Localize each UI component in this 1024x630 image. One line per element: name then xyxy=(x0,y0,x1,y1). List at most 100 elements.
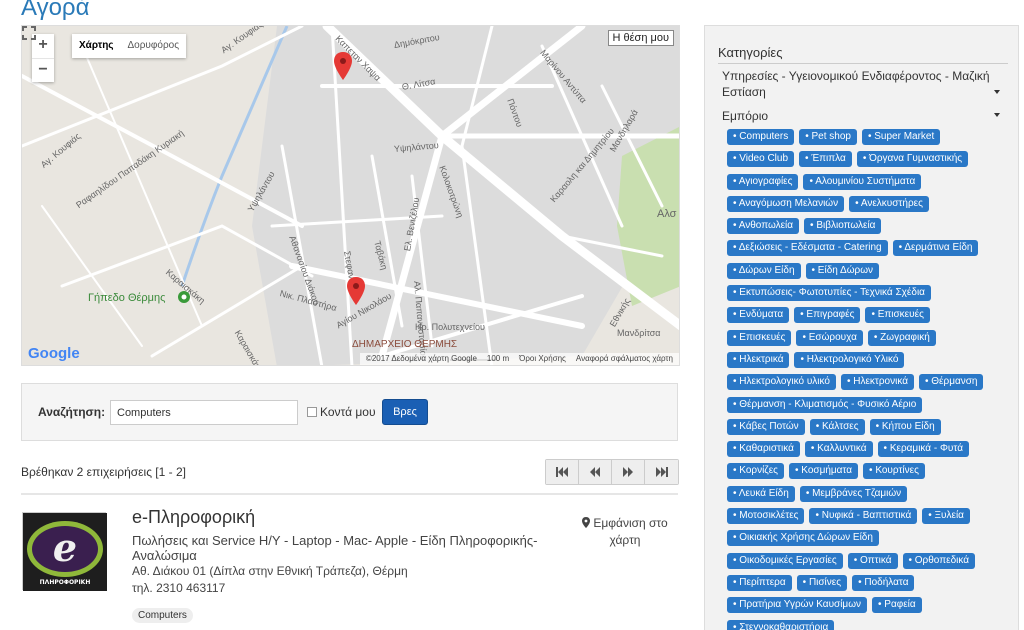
map-marker-icon[interactable] xyxy=(334,52,352,80)
zoom-out-button[interactable]: − xyxy=(32,58,54,82)
zoom-control: + − xyxy=(32,34,54,82)
subcategory-tag[interactable]: Κορνίζες xyxy=(727,463,784,480)
chevron-down-icon[interactable] xyxy=(994,113,1000,117)
page-title: Αγορά xyxy=(21,0,90,21)
subcategory-tag[interactable]: Θέρμανση - Κλιματισμός - Φυσικό Αέριο xyxy=(727,396,923,413)
subcategory-tag[interactable]: Εκτυπώσεις- Φωτοτυπίες - Τεχνικά Σχέδια xyxy=(727,285,931,302)
subcategory-tag[interactable]: Πισίνες xyxy=(796,574,848,591)
subcategory-tag[interactable]: Μοτοσικλέτες xyxy=(727,508,805,525)
map[interactable]: Αγ. Κουφιάς Δημόκριτου Μαρίνου Αντύπα Κα… xyxy=(21,25,680,366)
subcategory-tag[interactable]: Είδη Δώρων xyxy=(805,262,880,279)
subcategory-tag[interactable]: Πρατήρια Υγρών Καυσίμων xyxy=(727,597,867,614)
subcategory-tag[interactable]: Έπιπλα xyxy=(799,151,852,168)
fullscreen-icon[interactable] xyxy=(22,26,36,40)
business-name[interactable]: e-Πληροφορική xyxy=(132,507,255,528)
sidebar-title: Κατηγορίες xyxy=(718,45,783,60)
subcategory-tag[interactable]: Ηλεκτρολογικό υλικό xyxy=(727,374,836,391)
map-copyright: ©2017 Δεδομένα χάρτη Google xyxy=(365,354,477,363)
first-page-button[interactable] xyxy=(546,460,579,484)
tag-row: ΠερίπτεραΠισίνεςΠοδήλατα xyxy=(727,574,1017,597)
first-page-icon xyxy=(556,467,568,477)
find-button[interactable]: Βρες xyxy=(382,399,428,425)
subcategory-tag[interactable]: Κάλτσες xyxy=(809,418,865,435)
subcategory-tag[interactable]: Όργανα Γυμναστικής xyxy=(856,151,969,168)
subcategory-tag[interactable]: Αναγόμωση Μελανιών xyxy=(727,195,845,212)
subcategory-tag[interactable]: Επισκευές xyxy=(865,307,930,324)
maptype-map-button[interactable]: Χάρτης xyxy=(72,34,121,58)
business-logo-image: e ΠΛΗΡΟΦΟΡΙΚΗ xyxy=(23,513,107,591)
map-report-link[interactable]: Αναφορά σφάλματος χάρτη xyxy=(576,353,673,365)
prev-page-button[interactable] xyxy=(579,460,612,484)
subcategory-tag[interactable]: Καθαριστικά xyxy=(727,441,800,458)
subcategory-tag[interactable]: Λευκά Είδη xyxy=(727,485,795,502)
subcategory-tag[interactable]: Video Club xyxy=(727,151,795,168)
tag-row: ΗλεκτρικάΗλεκτρολογικό Υλικό xyxy=(727,351,1017,374)
maptype-satellite-button[interactable]: Δορυφόρος xyxy=(121,34,187,58)
next-page-button[interactable] xyxy=(612,460,645,484)
subcategory-tag[interactable]: Ορθοπεδικά xyxy=(902,552,976,569)
subcategory-tag[interactable]: Οικοδομικές Εργασίες xyxy=(727,552,843,569)
subcategory-tag[interactable]: Οικιακής Χρήσης Δώρων Είδη xyxy=(727,530,879,547)
subcategory-tag[interactable]: Ηλεκτρικά xyxy=(727,351,790,368)
business-tag[interactable]: Computers xyxy=(132,608,193,623)
subcategory-tag[interactable]: Ηλεκτρονικά xyxy=(840,374,914,391)
subcategory-tag[interactable]: Κεραμικά - Φυτά xyxy=(877,441,969,458)
last-page-button[interactable] xyxy=(645,460,678,484)
nearby-label: Κοντά μου xyxy=(320,405,376,419)
nearby-checkbox[interactable]: Κοντά μου xyxy=(307,405,376,419)
subcategory-tag[interactable]: Ενδύματα xyxy=(727,307,790,324)
subcategory-tag[interactable]: Επιγραφές xyxy=(794,307,861,324)
subcategory-tag[interactable]: Οπτικά xyxy=(847,552,898,569)
map-terms-link[interactable]: Όροι Χρήσης xyxy=(519,353,566,365)
subcategory-tag[interactable]: Καλλυντικά xyxy=(804,441,873,458)
search-input[interactable] xyxy=(110,400,298,425)
tag-row: Video ClubΈπιπλαΌργανα Γυμναστικής xyxy=(727,151,1017,173)
subcategory-tag[interactable]: Κήπου Είδη xyxy=(869,418,941,435)
show-on-map-link[interactable]: Εμφάνιση στο χάρτη xyxy=(580,515,670,549)
nearby-checkbox-box[interactable] xyxy=(307,407,317,417)
subcategory-tag[interactable]: Ανθοπωλεία xyxy=(727,218,800,235)
subcategory-tag[interactable]: Μεμβράνες Τζαμιών xyxy=(799,485,908,502)
subcategory-tag[interactable]: Βιβλιοπωλεία xyxy=(804,218,882,235)
tag-row: ΑνθοπωλείαΒιβλιοπωλεία xyxy=(727,218,1017,240)
subcategory-tag[interactable]: Ηλεκτρολογικό Υλικό xyxy=(794,351,905,368)
subcategory-tag[interactable]: Ποδήλατα xyxy=(852,574,915,591)
subcategory-tag[interactable]: Αγιογραφίες xyxy=(727,173,799,190)
my-location-button[interactable]: Η θέση μου xyxy=(607,30,674,46)
map-marker-icon[interactable] xyxy=(347,277,365,305)
maptype-control: Χάρτης Δορυφόρος xyxy=(72,34,187,58)
subcategory-tag[interactable]: Super Market xyxy=(861,129,941,145)
subcategory-tag[interactable]: Κάβες Ποτών xyxy=(727,418,805,435)
tag-row: Θέρμανση - Κλιματισμός - Φυσικό Αέριο xyxy=(727,396,1017,419)
subcategory-tag[interactable]: Επισκευές xyxy=(727,329,792,346)
subcategory-tag[interactable]: Δώρων Είδη xyxy=(727,262,801,279)
subcategory-tag[interactable]: Νυφικά - Βαπτιστικά xyxy=(809,508,918,525)
subcategory-tag[interactable]: Ξυλεία xyxy=(922,508,970,525)
tag-row: Οικιακής Χρήσης Δώρων Είδη xyxy=(727,530,1017,552)
subcategory-tag[interactable]: Ζωγραφική xyxy=(867,329,936,346)
tag-row: Λευκά ΕίδηΜεμβράνες Τζαμιών xyxy=(727,485,1017,508)
subcategory-tag[interactable]: Αλουμινίου Συστήματα xyxy=(803,173,922,190)
business-logo[interactable]: e ΠΛΗΡΟΦΟΡΙΚΗ xyxy=(22,512,107,591)
subcategory-tag[interactable]: Pet shop xyxy=(799,129,857,145)
chevron-down-icon[interactable] xyxy=(994,90,1000,94)
subcategory-tag[interactable]: Ανελκυστήρες xyxy=(849,195,929,212)
tag-row: ΕπισκευέςΕσώρουχαΖωγραφική xyxy=(727,329,1017,352)
subcategory-tag[interactable]: Δεξιώσεις - Εδέσματα - Catering xyxy=(727,240,888,257)
subcategory-tag[interactable]: Στεγνοκαθαριστήρια xyxy=(727,619,835,630)
subcategory-tag[interactable]: Θέρμανση xyxy=(919,374,984,391)
tag-row: Δώρων ΕίδηΕίδη Δώρων xyxy=(727,262,1017,285)
subcategory-tag[interactable]: Περίπτερα xyxy=(727,574,792,591)
subcategory-tag[interactable]: Εσώρουχα xyxy=(796,329,863,346)
category-commerce[interactable]: Εμπόριο xyxy=(722,108,1002,124)
category-services[interactable]: Υπηρεσίες - Υγειονομικού Ενδιαφέροντος -… xyxy=(722,68,1002,100)
search-panel: Αναζήτηση: Κοντά μου Βρες xyxy=(21,383,678,441)
subcategory-tag[interactable]: Δερμάτινα Είδη xyxy=(892,240,979,257)
subcategory-tag[interactable]: Κοσμήματα xyxy=(789,463,859,480)
stadium-icon xyxy=(178,291,190,303)
subcategory-tag[interactable]: Ραφεία xyxy=(872,597,922,614)
subcategory-tag[interactable]: Κουρτίνες xyxy=(863,463,925,480)
business-description: Πωλήσεις και Service Η/Υ - Laptop - Mac-… xyxy=(132,533,538,563)
svg-text:e: e xyxy=(53,525,77,570)
subcategory-tag[interactable]: Computers xyxy=(727,129,795,145)
